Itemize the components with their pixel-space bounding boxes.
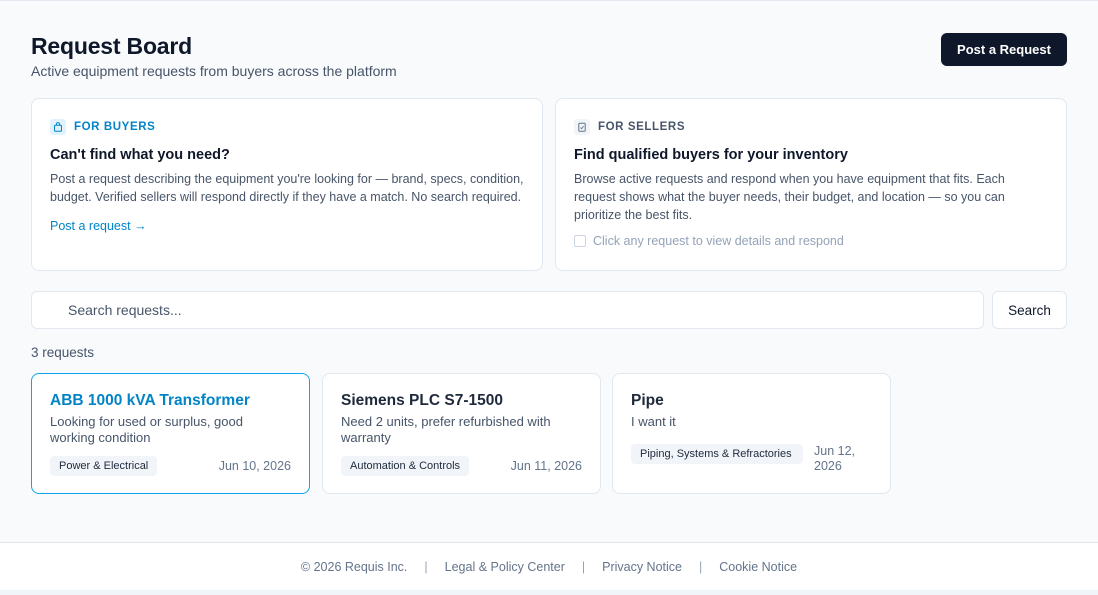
- category-tag: Power & Electrical: [50, 456, 158, 476]
- request-description: Looking for used or surplus, good workin…: [50, 414, 243, 445]
- buyers-eyebrow-label: FOR BUYERS: [74, 121, 156, 133]
- request-description: Need 2 units, prefer refurbished with wa…: [341, 414, 551, 445]
- page-subtitle: Active equipment requests from buyers ac…: [31, 63, 397, 79]
- sellers-body: Browse active requests and respond when …: [574, 172, 1005, 222]
- buyers-heading: Can't find what you need?: [50, 147, 230, 163]
- sellers-eyebrow: FOR SELLERS: [574, 119, 1048, 135]
- buyers-body: Post a request describing the equipment …: [50, 172, 524, 204]
- sellers-heading: Find qualified buyers for your inventory: [574, 147, 848, 163]
- category-tag: Automation & Controls: [341, 456, 470, 476]
- request-date: Jun 10, 2026: [218, 458, 291, 473]
- request-count: 3 requests: [31, 345, 95, 360]
- post-a-request-link[interactable]: Post a request →: [50, 219, 147, 233]
- shopping-bag-icon: [50, 119, 66, 135]
- request-card[interactable]: Siemens PLC S7-1500 Need 2 units, prefer…: [322, 373, 601, 494]
- page-header: Request Board Active equipment requests …: [31, 33, 1067, 83]
- top-divider: [0, 0, 1098, 1]
- search-input[interactable]: [31, 291, 984, 329]
- privacy-notice-link[interactable]: Privacy Notice: [602, 560, 682, 574]
- sellers-eyebrow-label: FOR SELLERS: [598, 121, 686, 133]
- copyright-text: © 2026 Requis Inc.: [300, 559, 408, 574]
- page-title: Request Board: [31, 33, 192, 59]
- clipboard-icon: [574, 119, 590, 135]
- footer-separator: |: [424, 559, 428, 574]
- request-date: Jun 11, 2026: [510, 458, 582, 473]
- request-footer: Automation & Controls Jun 11, 2026: [341, 456, 582, 476]
- buyers-info-card: FOR BUYERS Can't find what you need? Pos…: [31, 98, 543, 271]
- request-card[interactable]: Pipe I want it Piping, Systems & Refract…: [612, 373, 891, 494]
- request-footer: Power & Electrical Jun 10, 2026: [50, 456, 291, 476]
- bottom-strip: [0, 590, 1098, 595]
- site-footer: © 2026 Requis Inc. | Legal & Policy Cent…: [0, 542, 1098, 590]
- category-tag: Piping, Systems & Refractories: [631, 444, 803, 464]
- cookie-notice-link[interactable]: Cookie Notice: [719, 560, 797, 574]
- sellers-info-card: FOR SELLERS Find qualified buyers for yo…: [555, 98, 1067, 271]
- request-title: ABB 1000 kVA Transformer: [50, 392, 250, 409]
- footer-separator: |: [581, 559, 586, 574]
- request-title: Siemens PLC S7-1500: [341, 392, 503, 409]
- checkbox-icon: [574, 235, 586, 247]
- request-description: I want it: [631, 414, 676, 429]
- legal-policy-link[interactable]: Legal & Policy Center: [445, 560, 565, 574]
- search-button[interactable]: Search: [992, 291, 1067, 329]
- request-title: Pipe: [631, 392, 664, 409]
- sellers-hint-text: Click any request to view details and re…: [593, 234, 844, 248]
- request-footer: Piping, Systems & Refractories Jun 12, 2…: [631, 444, 872, 474]
- request-card[interactable]: ABB 1000 kVA Transformer Looking for use…: [31, 373, 310, 494]
- sellers-hint: Click any request to view details and re…: [574, 234, 1048, 248]
- buyers-eyebrow: FOR BUYERS: [50, 119, 524, 135]
- footer-separator: |: [699, 559, 703, 574]
- post-request-button[interactable]: Post a Request: [941, 33, 1067, 66]
- request-date: Jun 12, 2026: [814, 444, 856, 473]
